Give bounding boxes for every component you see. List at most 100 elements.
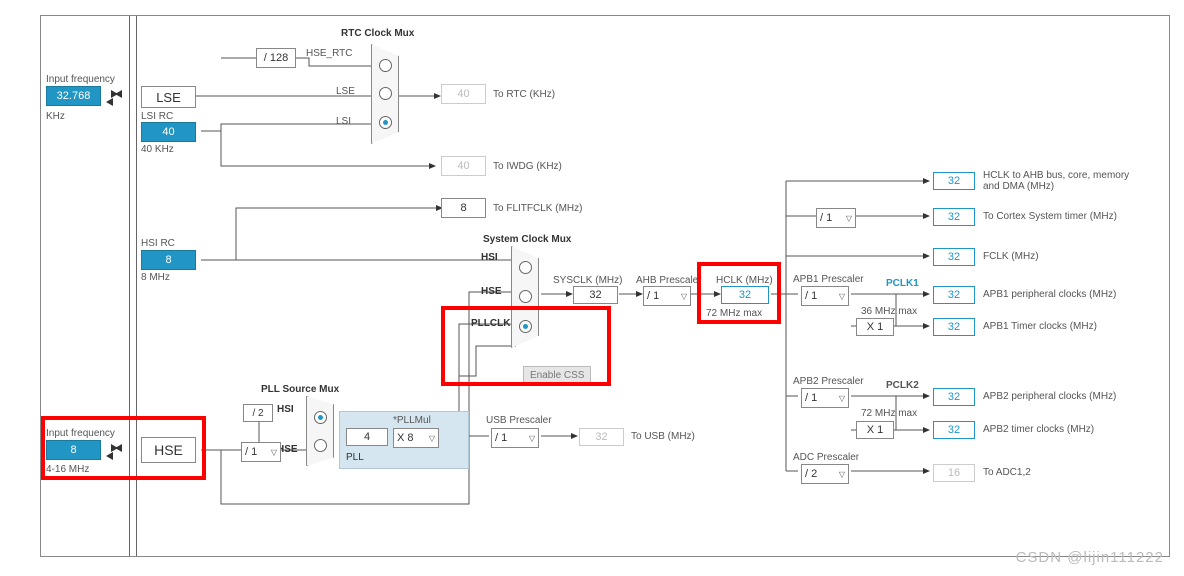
pllmul-val: X 8: [397, 432, 414, 444]
adc-val: / 2: [805, 468, 817, 480]
apb2-timer-mul: X 1: [856, 421, 894, 439]
watermark: CSDN @lijin111222: [1016, 549, 1164, 566]
hse-rtc-div: / 128: [256, 48, 296, 68]
highlight-sysclk: [441, 306, 611, 386]
lse-unit: KHz: [46, 111, 65, 122]
flitclk-label: To FLITFCLK (MHz): [493, 203, 582, 214]
sysclk-mux-hsi[interactable]: [519, 261, 532, 274]
out-adc-value: 16: [933, 464, 975, 482]
rtc-mux-hse[interactable]: [379, 59, 392, 72]
hsi-unit: 8 MHz: [141, 272, 170, 283]
ahb-prescaler[interactable]: / 1 ▽: [643, 286, 691, 306]
apb2-val: / 1: [805, 392, 817, 404]
rtc-mux-title: RTC Clock Mux: [341, 28, 414, 39]
hsi-value: 8: [141, 250, 196, 270]
cortex-div[interactable]: / 1 ▽: [816, 208, 856, 228]
usb-label: USB Prescaler: [486, 415, 552, 426]
sysclk-value: 32: [573, 286, 618, 304]
sysclk-hse: HSE: [481, 286, 502, 297]
apb1-prescaler[interactable]: / 1 ▽: [801, 286, 849, 306]
hsi-name: HSI RC: [141, 238, 175, 249]
apb1-max: 36 MHz max: [861, 306, 917, 317]
pclk2-label: PCLK2: [886, 380, 919, 391]
rtc-out-label: To RTC (KHz): [493, 89, 555, 100]
apb2-prescaler[interactable]: / 1 ▽: [801, 388, 849, 408]
apb1-val: / 1: [805, 290, 817, 302]
out-cortex-value: 32: [933, 208, 975, 226]
out-apb2p-value: 32: [933, 388, 975, 406]
pll-src-hsi: HSI: [277, 404, 294, 415]
out-apb1p-value: 32: [933, 286, 975, 304]
chevron-down-icon: ▽: [839, 470, 845, 479]
pllmul-select[interactable]: X 8 ▽: [393, 428, 439, 448]
out-apb2t-value: 32: [933, 421, 975, 439]
out-apb1t-value: 32: [933, 318, 975, 336]
sysclk-mux-hse[interactable]: [519, 290, 532, 303]
pll-name: PLL: [346, 452, 364, 463]
iwdg-label: To IWDG (KHz): [493, 161, 562, 172]
lse-block[interactable]: LSE: [141, 86, 196, 108]
arrow: [106, 98, 113, 106]
pll-src-hse-radio[interactable]: [314, 439, 327, 452]
out-apb1p-label: APB1 peripheral clocks (MHz): [983, 289, 1116, 300]
out-fclk-value: 32: [933, 248, 975, 266]
chevron-down-icon: ▽: [271, 448, 277, 457]
lse-value[interactable]: 32.768: [46, 86, 101, 106]
chevron-down-icon: ▽: [529, 434, 535, 443]
sysclk-mux-title: System Clock Mux: [483, 234, 571, 245]
adc-prescaler[interactable]: / 2 ▽: [801, 464, 849, 484]
usb-out-value: 32: [579, 428, 624, 446]
cortex-div-val: / 1: [820, 212, 832, 224]
pclk1-label: PCLK1: [886, 278, 919, 289]
ahb-val: / 1: [647, 290, 659, 302]
usb-out-label: To USB (MHz): [631, 431, 695, 442]
apb2-max: 72 MHz max: [861, 408, 917, 419]
sysclk-label: SYSCLK (MHz): [553, 275, 622, 286]
pll-src-title: PLL Source Mux: [261, 384, 339, 395]
out-apb2t-label: APB2 timer clocks (MHz): [983, 424, 1094, 435]
rtc-mux-lsi[interactable]: [379, 116, 392, 129]
out-fclk-label: FCLK (MHz): [983, 251, 1039, 262]
out-cortex-label: To Cortex System timer (MHz): [983, 211, 1117, 222]
lse-input-freq-label: Input frequency: [46, 74, 115, 85]
pllmul-label: *PLLMul: [393, 415, 431, 426]
ahb-label: AHB Prescaler: [636, 275, 702, 286]
rtc-lsi-label: LSI: [336, 116, 351, 127]
out-adc-label: To ADC1,2: [983, 467, 1031, 478]
out-ahb-value: 32: [933, 172, 975, 190]
chevron-down-icon: ▽: [839, 292, 845, 301]
usb-val: / 1: [495, 432, 507, 444]
lsi-value: 40: [141, 122, 196, 142]
lsi-name: LSI RC: [141, 111, 173, 122]
chevron-down-icon: ▽: [839, 394, 845, 403]
pll-hsi-div: / 2: [243, 404, 273, 422]
highlight-hse: [41, 416, 206, 480]
apb2-label: APB2 Prescaler: [793, 376, 864, 387]
pll-src-mux[interactable]: [306, 396, 334, 466]
sysclk-hsi: HSI: [481, 252, 498, 263]
apb1-timer-mul: X 1: [856, 318, 894, 336]
rtc-out-value: 40: [441, 84, 486, 104]
rtc-lse-label: LSE: [336, 86, 355, 97]
iwdg-value: 40: [441, 156, 486, 176]
chevron-down-icon: ▽: [846, 214, 852, 223]
pll-hse-div[interactable]: / 1 ▽: [241, 442, 281, 462]
pll-value: 4: [346, 428, 388, 446]
pll-src-hsi-radio[interactable]: [314, 411, 327, 424]
lsi-unit: 40 KHz: [141, 144, 174, 155]
pll-hse-div-val: / 1: [245, 446, 257, 458]
usb-prescaler[interactable]: / 1 ▽: [491, 428, 539, 448]
rtc-mux-lse[interactable]: [379, 87, 392, 100]
chevron-down-icon: ▽: [681, 292, 687, 301]
hse-rtc-label: HSE_RTC: [306, 48, 353, 59]
arrow: [111, 90, 118, 98]
highlight-hclk: [697, 262, 781, 324]
apb1-label: APB1 Prescaler: [793, 274, 864, 285]
out-apb2p-label: APB2 peripheral clocks (MHz): [983, 391, 1116, 402]
rtc-mux[interactable]: [371, 44, 399, 144]
adc-label: ADC Prescaler: [793, 452, 859, 463]
out-apb1t-label: APB1 Timer clocks (MHz): [983, 321, 1097, 332]
out-ahb-label: HCLK to AHB bus, core, memory and DMA (M…: [983, 170, 1133, 192]
chevron-down-icon: ▽: [429, 434, 435, 443]
flitclk-value: 8: [441, 198, 486, 218]
